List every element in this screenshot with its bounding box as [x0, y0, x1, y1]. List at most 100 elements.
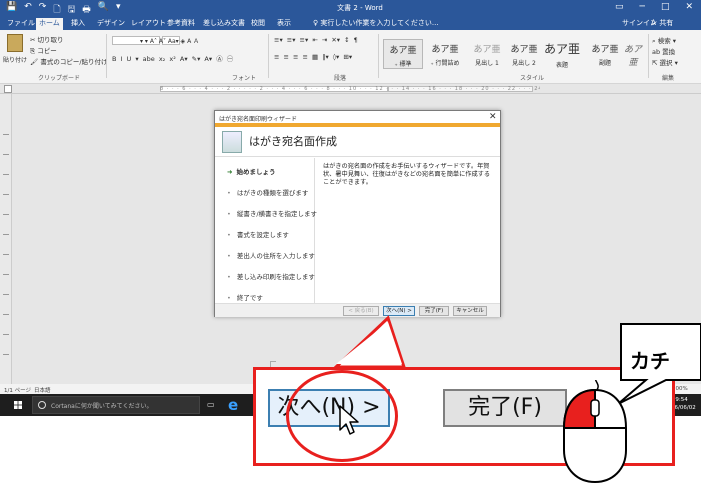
title-bar: 💾 ↶ ↷ 🗋 🖫 🖶 🔍 ▾ 文書 2 - Word ▭ ─ □ ✕	[0, 0, 701, 16]
format-painter-button[interactable]: 🖌 書式のコピー/貼り付け	[30, 56, 108, 66]
style-name: 副題	[598, 60, 611, 67]
style-preview: あア亜	[543, 42, 580, 56]
ruler-tick	[3, 274, 9, 275]
select-button[interactable]: ⇱ 選択 ▾	[652, 57, 678, 67]
step-label: 縦書き/横書きを指定します	[236, 210, 318, 218]
style-preview: あア亜	[591, 45, 619, 55]
tell-me-search[interactable]: ♀ 実行したい作業を入力してください...	[313, 18, 439, 28]
tab-design[interactable]: デザイン	[94, 18, 128, 30]
wizard-step[interactable]: • 差出人の住所を入力します	[227, 250, 315, 260]
maximize-icon[interactable]: □	[661, 2, 670, 12]
ruler-tick	[3, 334, 9, 335]
dialog-heading: はがき宛名面作成	[249, 135, 337, 148]
close-icon[interactable]: ✕	[685, 2, 693, 12]
wizard-step[interactable]: ➜ 始めましょう	[227, 166, 275, 176]
vertical-ruler[interactable]	[0, 94, 12, 384]
styles-group-label: スタイル	[520, 75, 545, 82]
screen: 💾 ↶ ↷ 🗋 🖫 🖶 🔍 ▾ 文書 2 - Word ▭ ─ □ ✕ ファイル…	[0, 0, 701, 484]
step-label: 差出人の住所を入力します	[236, 252, 315, 260]
tab-layout[interactable]: レイアウト	[128, 18, 169, 30]
wizard-step[interactable]: • 縦書き/横書きを指定します	[227, 208, 317, 218]
ribbon-tabs: ファイル ホーム 挿入 デザイン レイアウト 参考資料 差し込み文書 校閲 表示…	[0, 16, 701, 30]
cancel-button[interactable]: キャンセル	[453, 306, 487, 316]
style-name: ₊ 行間詰め	[430, 60, 460, 67]
copy-button[interactable]: ⎘ コピー	[30, 45, 57, 56]
style-emphasis[interactable]: あア亜 斜体	[620, 39, 646, 69]
font-toolbar-row1[interactable]: ▾ ▾ A˄ A˅ Aa▾ ◈ A Ａ	[140, 36, 199, 45]
share-button[interactable]: Ａ 共有	[650, 18, 673, 28]
language-indicator[interactable]: 日本語	[34, 386, 51, 394]
style-preview: あア亜	[623, 45, 642, 68]
step-bullet-icon: •	[227, 210, 231, 218]
ruler-tick	[3, 154, 9, 155]
separator	[268, 34, 269, 78]
step-bullet-icon: •	[227, 294, 231, 302]
mouse-cursor-icon	[339, 405, 359, 435]
find-button[interactable]: ⌕ 検索 ▾	[652, 35, 676, 46]
separator	[648, 34, 649, 78]
style-heading-2[interactable]: あア亜 見出し 2	[504, 39, 544, 69]
tab-selector[interactable]	[4, 85, 12, 93]
wizard-step[interactable]: • 終了です	[227, 292, 263, 302]
back-button[interactable]: < 戻る(B)	[343, 306, 379, 316]
style-name: 見出し 2	[512, 60, 536, 67]
tab-mailings[interactable]: 差し込み文書	[200, 18, 248, 30]
ruler-tick	[3, 314, 9, 315]
font-toolbar-row2[interactable]: B I U ▾ abe x₂ x² A▾ ✎▾ A▾ Ⓐ ㊀	[112, 53, 233, 63]
style-preview: あア亜	[431, 45, 459, 55]
ruler-tick	[3, 214, 9, 215]
style-name: ₊ 標準	[394, 61, 412, 68]
dialog-close-icon[interactable]: ✕	[489, 112, 497, 122]
ribbon-display-icon[interactable]: ▭	[615, 2, 624, 12]
wizard-step[interactable]: • 書式を設定します	[227, 229, 289, 239]
style-name: 表題	[555, 62, 568, 69]
tab-home[interactable]: ホーム	[36, 18, 63, 30]
window-title: 文書 2 - Word	[337, 4, 383, 12]
step-label: 書式を設定します	[236, 231, 289, 239]
click-sound-text: カチ	[630, 349, 670, 373]
search-placeholder: Cortanaに何か聞いてみてください。	[51, 403, 153, 410]
editing-group-label: 編集	[662, 75, 675, 82]
step-bullet-icon: •	[227, 189, 231, 197]
ruler-tick	[3, 234, 9, 235]
ruler-tick	[3, 354, 9, 355]
tab-view[interactable]: 表示	[274, 18, 294, 30]
postcard-icon	[222, 131, 242, 153]
tab-review[interactable]: 校閲	[248, 18, 268, 30]
cortana-search-box[interactable]: Cortanaに何か聞いてみてください。	[32, 396, 200, 414]
wizard-steps: ➜ 始めましょう • はがきの種類を選びます • 縦書き/横書きを指定します • 書式を…	[215, 158, 317, 308]
horizontal-ruler[interactable]: 8 · · · 6 · · · 4 · · · 2 · · · · · 2 · …	[0, 84, 701, 94]
edge-browser-icon[interactable]: e	[228, 396, 238, 414]
step-label: 終了です	[236, 294, 263, 302]
clipboard-group-label: クリップボード	[38, 75, 81, 82]
cut-button[interactable]: ✂ 切り取り	[30, 34, 64, 44]
style-heading-1[interactable]: あア亜 見出し 1	[467, 39, 507, 69]
tab-references[interactable]: 参考資料	[164, 18, 198, 30]
tab-file[interactable]: ファイル	[4, 18, 38, 30]
ruler-marks: 8 · · · 6 · · · 4 · · · 2 · · · · · 2 · …	[160, 86, 540, 92]
wizard-step[interactable]: • 差し込み印刷を指定します	[227, 271, 315, 281]
minimize-icon[interactable]: ─	[640, 2, 645, 12]
windows-start-icon[interactable]	[14, 401, 22, 409]
separator	[378, 34, 379, 78]
step-bullet-icon: •	[227, 273, 231, 281]
style-title[interactable]: あア亜 表題	[540, 39, 584, 69]
style-normal[interactable]: あア亜 ₊ 標準	[383, 39, 423, 69]
style-no-spacing[interactable]: あア亜 ₊ 行間詰め	[425, 39, 465, 69]
clipboard-icon	[7, 34, 23, 52]
paste-button[interactable]: 貼り付け	[3, 34, 27, 68]
font-group-label: フォント	[232, 75, 257, 82]
replace-button[interactable]: ab 置換	[652, 46, 675, 56]
dialog-header: はがき宛名面作成	[215, 127, 500, 157]
paragraph-toolbar-row1[interactable]: ≡▾ ≡▾ ≡▾ ⇤ ⇥ ✕▾ ↕ ¶	[274, 36, 358, 44]
task-view-icon[interactable]: ▭	[207, 400, 215, 409]
tab-insert[interactable]: 挿入	[68, 18, 88, 30]
ruler-tick	[3, 134, 9, 135]
paragraph-toolbar-row2[interactable]: ≡ ≡ ≡ ≡ ▦ ‖▾ ◊▾ ⊞▾	[274, 53, 352, 61]
finish-button[interactable]: 完了(F)	[419, 306, 449, 316]
page-count[interactable]: 1/1 ページ	[4, 386, 31, 394]
style-subtitle[interactable]: あア亜 副題	[585, 39, 625, 69]
wizard-step[interactable]: • はがきの種類を選びます	[227, 187, 308, 197]
ruler-tick	[3, 194, 9, 195]
next-button[interactable]: 次へ(N) >	[383, 306, 415, 316]
